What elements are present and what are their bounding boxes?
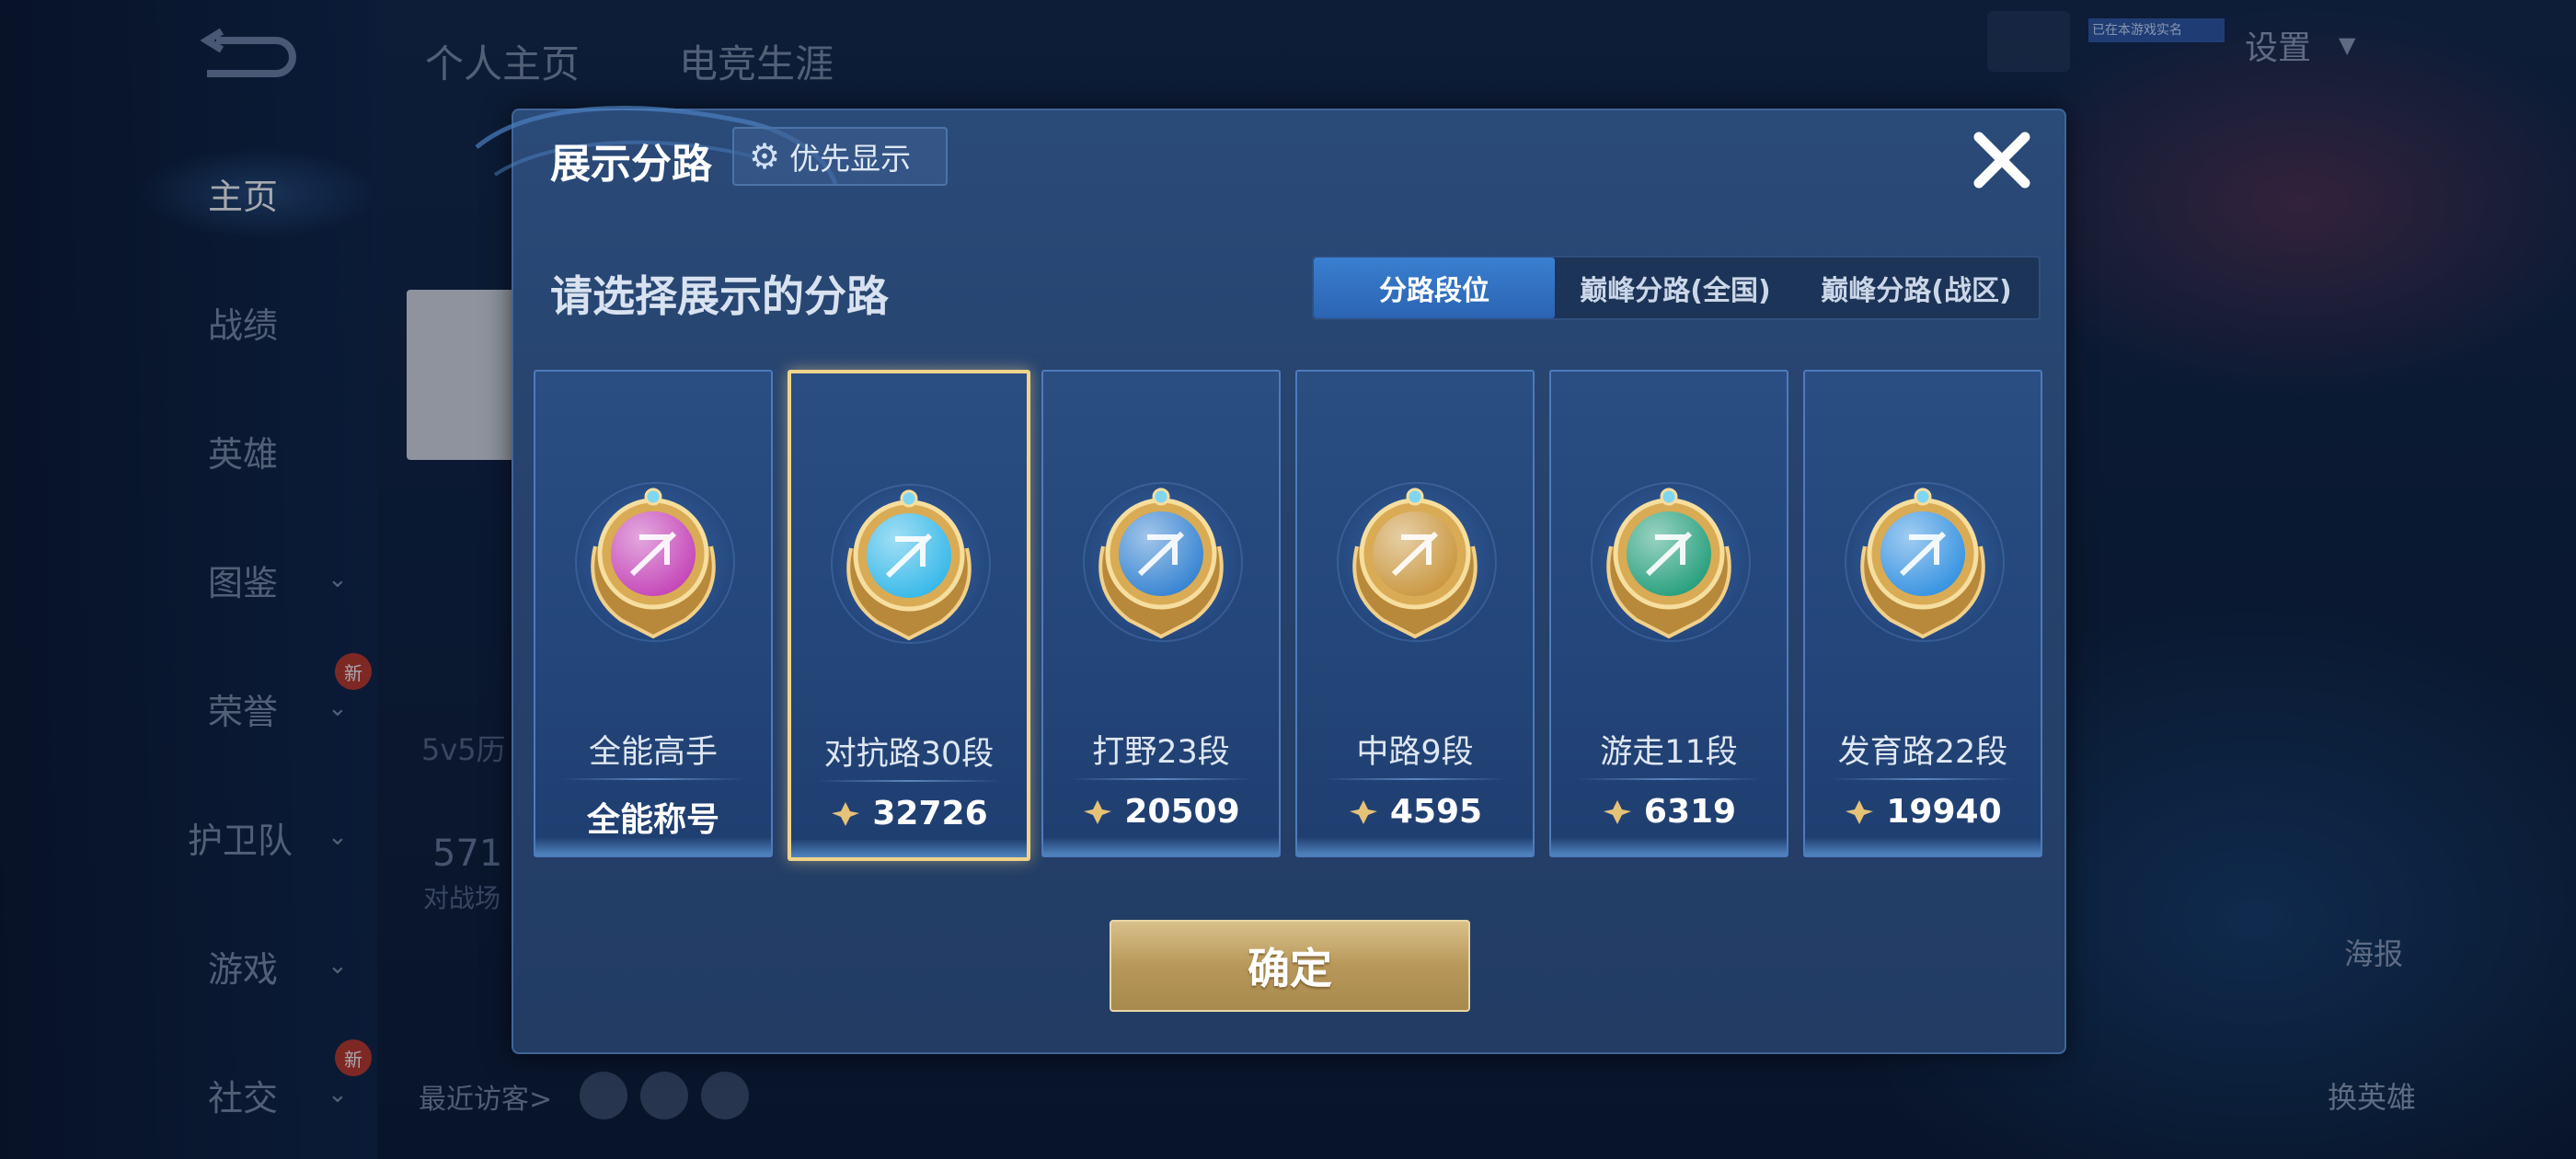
close-button[interactable] <box>1965 123 2039 197</box>
rank-name: 对抗路30段 <box>823 736 995 773</box>
rank-name: 中路9段 <box>1356 734 1474 771</box>
power-score-icon <box>1084 799 1112 824</box>
card-bottom-glow <box>1551 837 1787 855</box>
rank-name: 打野23段 <box>1092 734 1230 771</box>
gear-icon: ⚙ <box>749 136 781 177</box>
score-row: 32726 <box>791 795 1027 832</box>
lane-display-dialog: 展示分路 ⚙ 优先显示 请选择展示的分路 分路段位 巅峰分路(全国) 巅峰分路(… <box>475 106 2066 1054</box>
tab-peak-lane-national[interactable]: 巅峰分路(全国) <box>1555 258 1796 318</box>
lane-card[interactable]: 全能高手 全能称号 <box>534 370 773 857</box>
divider <box>1831 778 2015 780</box>
score-row: 全能称号 <box>535 793 771 841</box>
divider <box>1323 778 1507 780</box>
lane-card-list: 全能高手 全能称号 对抗路30段 32726 打野23段 20509 中路9段 4595 游走1… <box>534 370 2052 861</box>
close-icon <box>1973 132 2030 189</box>
rank-name: 游走11段 <box>1600 734 1738 771</box>
power-score-icon <box>1603 799 1631 824</box>
score-row: 6319 <box>1551 793 1787 831</box>
priority-label: 优先显示 <box>789 141 912 177</box>
lane-card[interactable]: 中路9段 4595 <box>1295 370 1535 857</box>
card-bottom-glow <box>535 837 771 855</box>
score-row: 19940 <box>1805 793 2041 831</box>
lane-card[interactable]: 打野23段 20509 <box>1041 370 1281 857</box>
card-bottom-glow <box>1043 837 1279 855</box>
card-bottom-glow <box>1297 837 1533 855</box>
power-score-icon <box>1349 799 1377 824</box>
rank-badge-icon <box>1352 488 1478 639</box>
rank-name: 发育路22段 <box>1837 734 2008 771</box>
dialog-title: 展示分路 <box>550 141 712 188</box>
card-bottom-glow <box>791 839 1027 857</box>
filter-tabs: 分路段位 巅峰分路(全国) 巅峰分路(战区) <box>1312 256 2041 320</box>
score-value: 32726 <box>872 795 988 832</box>
card-bottom-glow <box>1805 837 2041 855</box>
dialog-subtitle: 请选择展示的分路 <box>550 271 889 321</box>
tab-peak-lane-region[interactable]: 巅峰分路(战区) <box>1796 258 2037 318</box>
rank-name: 全能高手 <box>588 734 718 771</box>
rank-badge-icon <box>1860 488 1985 639</box>
rank-badge-icon <box>1606 488 1731 639</box>
lane-card[interactable]: 对抗路30段 32726 <box>788 370 1030 861</box>
score-row: 4595 <box>1297 793 1533 831</box>
divider <box>1069 778 1253 780</box>
lane-card[interactable]: 发育路22段 19940 <box>1803 370 2042 857</box>
rank-badge-icon <box>846 489 972 641</box>
divider <box>817 780 1001 782</box>
score-value: 6319 <box>1643 793 1737 831</box>
power-score-icon <box>1846 799 1874 824</box>
score-value: 19940 <box>1886 793 2002 831</box>
confirm-button[interactable]: 确定 <box>1110 920 1470 1012</box>
lane-card[interactable]: 游走11段 6319 <box>1549 370 1788 857</box>
divider <box>561 778 745 780</box>
rank-badge-icon <box>1098 488 1224 639</box>
divider <box>1577 778 1761 780</box>
score-row: 20509 <box>1043 793 1279 831</box>
score-value: 20509 <box>1124 793 1240 831</box>
score-value: 全能称号 <box>586 801 719 839</box>
tab-lane-rank[interactable]: 分路段位 <box>1314 258 1555 318</box>
score-value: 4595 <box>1389 793 1483 831</box>
priority-display-button[interactable]: ⚙ 优先显示 <box>732 127 948 186</box>
rank-badge-icon <box>591 488 716 639</box>
power-score-icon <box>832 801 860 826</box>
